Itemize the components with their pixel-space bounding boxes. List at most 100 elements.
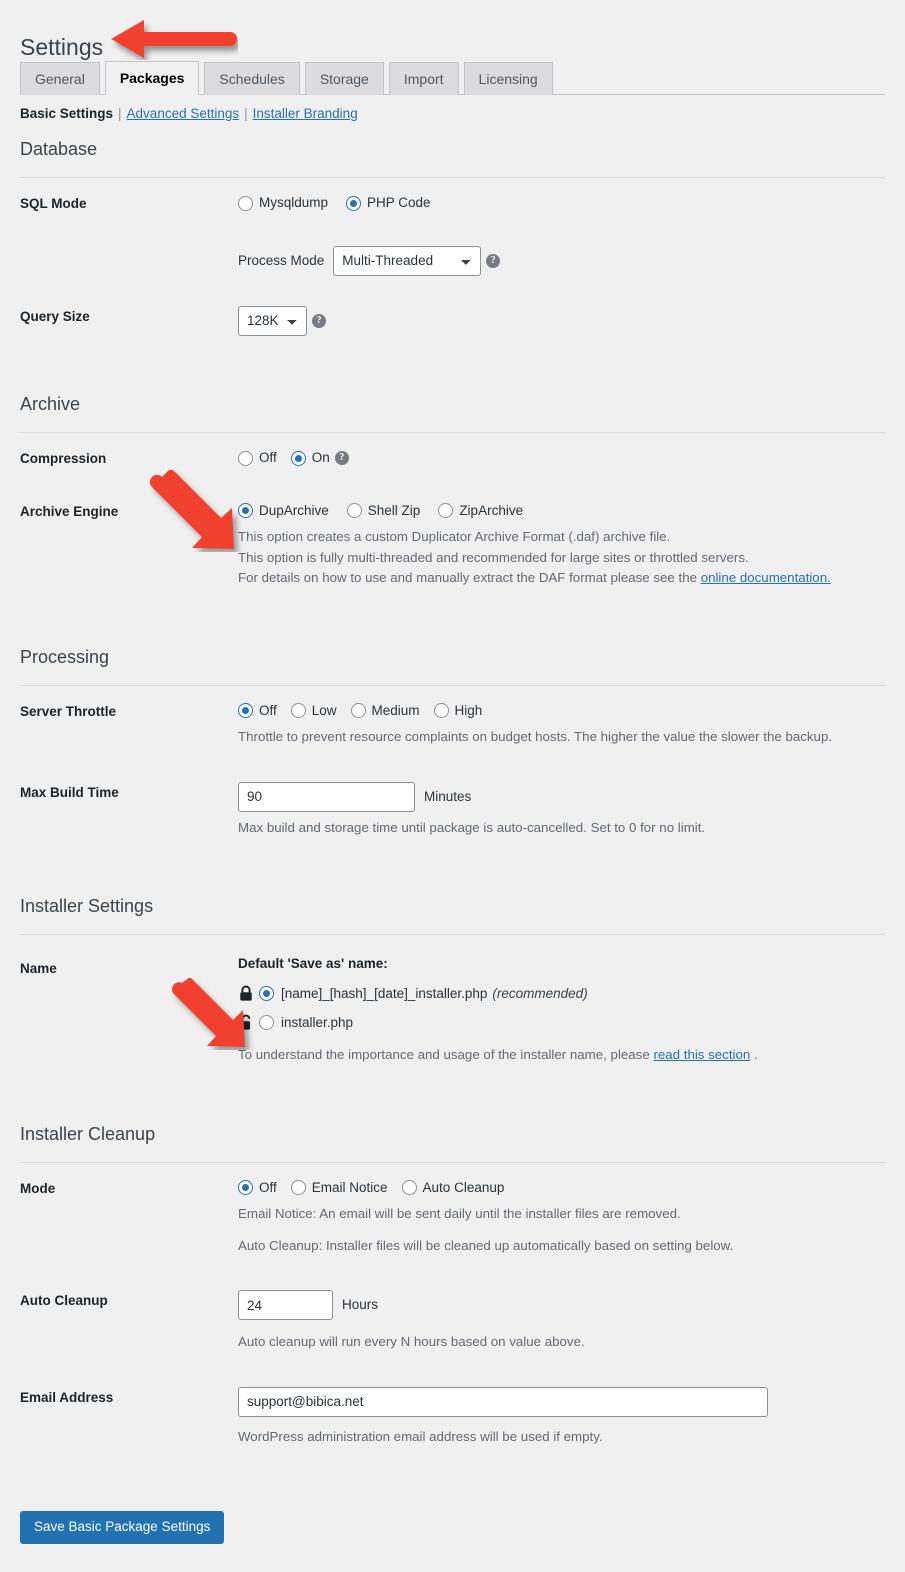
email-address-description: WordPress administration email address w… [238,1428,603,1444]
cleanup-mode-radio-group: Off Email Notice Auto Cleanup [238,1178,885,1198]
radio-option-throttle-off[interactable]: Off [238,701,277,721]
lock-open-icon [239,1015,251,1031]
auto-cleanup-field: Hours [238,1290,885,1321]
max-build-time-field: Minutes [238,781,885,812]
query-size-select[interactable]: 128K [238,305,307,336]
installer-cleanup-form: Mode Off Email Notice Auto Cleanup Email… [20,1163,885,1463]
max-build-time-description: Max build and storage time until package… [238,819,706,835]
tab-general[interactable]: General [20,62,100,95]
row-server-throttle: Server Throttle Off Low Medium High Thro… [20,686,885,763]
subnav-advanced-settings[interactable]: Advanced Settings [127,106,240,121]
radio-duparchive[interactable] [238,503,253,519]
radio-cleanup-off[interactable] [238,1180,253,1196]
label-query-size: Query Size [20,308,90,324]
lock-closed-icon [240,985,252,1001]
radio-compression-off[interactable] [238,450,253,466]
archive-desc-line-3-pre: For details on how to use and manually e… [238,570,701,586]
label-archive-engine: Archive Engine [20,503,119,519]
radio-label-php-code: PHP Code [367,195,431,210]
process-mode-select[interactable]: Multi-Threaded [333,245,482,276]
auto-cleanup-input[interactable] [238,1290,333,1321]
radio-php-code[interactable] [346,195,362,211]
max-build-time-unit: Minutes [424,788,472,804]
radio-option-mysqldump[interactable]: Mysqldump [238,193,328,213]
archive-desc-line-1: This option creates a custom Duplicator … [238,529,671,545]
tab-licensing[interactable]: Licensing [463,62,553,95]
process-mode-field: Process Mode Multi-Threaded ? [238,245,885,276]
row-cleanup-mode: Mode Off Email Notice Auto Cleanup Email… [20,1163,885,1271]
installer-name-desc-pre: To understand the importance and usage o… [238,1047,654,1063]
radio-label-throttle-high: High [454,702,483,718]
radio-cleanup-email-notice[interactable] [290,1180,306,1196]
installer-name-desc-post: . [750,1047,758,1063]
radio-throttle-medium[interactable] [350,703,366,719]
section-title-archive: Archive [20,393,81,414]
max-build-time-input[interactable] [238,781,415,812]
row-max-build-time: Max Build Time Minutes Max build and sto… [20,763,885,854]
tab-schedules[interactable]: Schedules [204,62,300,95]
radio-throttle-high[interactable] [433,703,449,719]
radio-option-cleanup-auto[interactable]: Auto Cleanup [401,1178,504,1198]
subnav-separator-1: | [118,106,122,121]
cleanup-mode-description-1: Email Notice: An email will be sent dail… [238,1205,681,1221]
online-documentation-link[interactable]: online documentation. [701,570,831,585]
radio-option-throttle-low[interactable]: Low [290,701,337,721]
archive-engine-description: This option creates a custom Duplicator … [238,527,885,589]
radio-throttle-off[interactable] [238,703,253,719]
read-this-section-link[interactable]: read this section [653,1047,750,1062]
radio-option-throttle-high[interactable]: High [433,701,483,721]
label-auto-cleanup: Auto Cleanup [20,1293,108,1309]
sql-mode-radio-group: Mysqldump PHP Code [238,193,885,213]
radio-label-throttle-off: Off [259,702,277,718]
email-address-input[interactable] [238,1386,768,1417]
auto-cleanup-unit: Hours [342,1297,379,1313]
installer-name-option-plain[interactable]: installer.php [238,1013,885,1033]
radio-option-ziparchive[interactable]: ZipArchive [438,501,523,521]
row-archive-engine: Archive Engine DupArchive Shell Zip ZipA… [20,486,885,604]
section-title-installer-cleanup: Installer Cleanup [20,1123,156,1144]
radio-installer-name-hashed[interactable] [259,986,274,1002]
radio-compression-on[interactable] [290,450,306,466]
radio-option-duparchive[interactable]: DupArchive [238,501,329,521]
installer-name-hashed-text: [name]_[hash]_[date]_installer.php [281,985,488,1001]
row-compression: Compression Off On ? [20,433,885,486]
radio-option-compression-on[interactable]: On [290,448,330,468]
arrow-pointing-at-settings-title [111,20,237,58]
radio-option-cleanup-email-notice[interactable]: Email Notice [290,1178,388,1198]
tab-storage[interactable]: Storage [304,62,384,95]
archive-desc-line-2: This option is fully multi-threaded and … [238,549,749,565]
server-throttle-radio-group: Off Low Medium High [238,701,885,721]
server-throttle-description: Throttle to prevent resource complaints … [238,729,833,745]
subnav-installer-branding[interactable]: Installer Branding [253,106,358,121]
radio-option-throttle-medium[interactable]: Medium [350,701,420,721]
help-icon-process-mode[interactable]: ? [486,253,501,268]
radio-option-shell-zip[interactable]: Shell Zip [346,501,420,521]
radio-installer-name-plain[interactable] [259,1015,274,1031]
query-size-field: 128K ? [238,305,885,336]
save-basic-package-settings-button[interactable]: Save Basic Package Settings [20,1511,225,1544]
radio-shell-zip[interactable] [346,503,362,519]
installer-name-heading: Default 'Save as' name: [238,956,388,972]
radio-option-cleanup-off[interactable]: Off [238,1178,277,1198]
help-icon-query-size[interactable]: ? [312,313,326,328]
label-server-throttle: Server Throttle [20,703,117,719]
help-icon-compression[interactable]: ? [334,451,349,466]
radio-cleanup-auto[interactable] [401,1180,417,1196]
settings-tab-bar: General Packages Schedules Storage Impor… [20,60,885,95]
radio-option-php-code[interactable]: PHP Code [346,193,431,213]
processing-form: Server Throttle Off Low Medium High Thro… [20,686,885,853]
archive-form: Compression Off On ? Archive Engine DupA… [20,433,885,604]
radio-label-duparchive: DupArchive [259,502,329,518]
radio-throttle-low[interactable] [290,703,306,719]
label-compression: Compression [20,450,107,466]
archive-desc-line-3: For details on how to use and manually e… [238,568,885,589]
tab-import[interactable]: Import [388,62,459,95]
tab-packages[interactable]: Packages [104,61,200,95]
settings-content: Database SQL Mode Mysqldump PHP Code Pro… [0,140,905,1544]
subnav-separator-2: | [244,106,248,121]
row-query-size: Query Size 128K ? [20,291,885,351]
radio-ziparchive[interactable] [438,503,454,519]
radio-option-compression-off[interactable]: Off [238,448,277,468]
radio-mysqldump[interactable] [238,195,253,211]
installer-name-option-hashed[interactable]: [name]_[hash]_[date]_installer.php (reco… [238,984,885,1004]
